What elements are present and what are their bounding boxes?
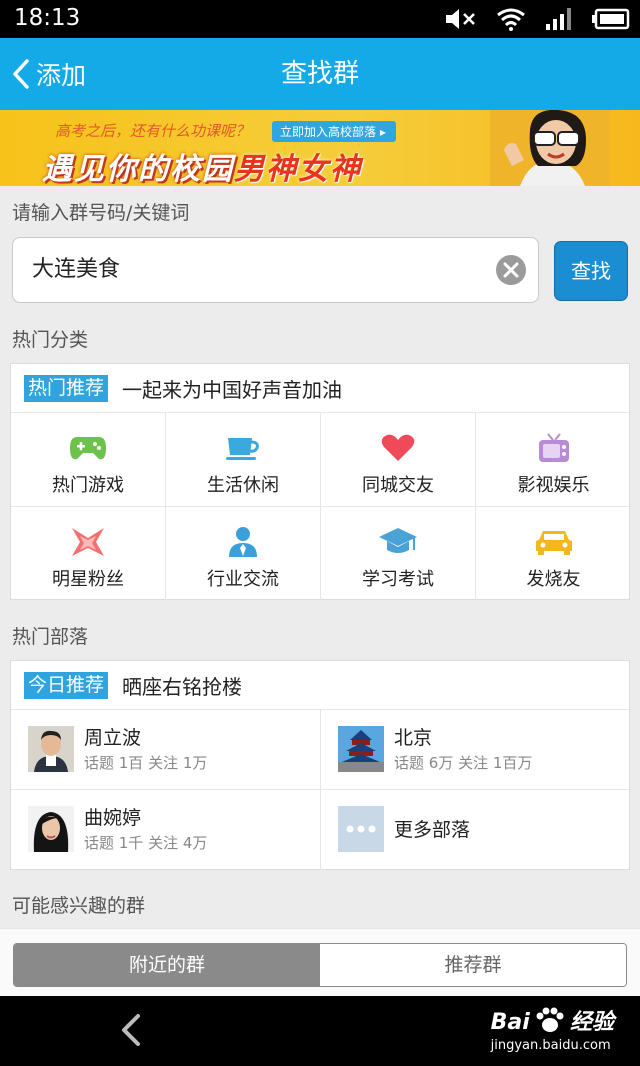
search-label: 请输入群号码/关键词 [12, 202, 190, 224]
person-tie-icon [229, 527, 257, 557]
category-grid: 热门游戏 生活休闲 同城交友 影视娱乐 明星粉丝 行业交流 学习考试 发烧友 [11, 412, 631, 601]
group-tabs-bar: 附近的群 推荐群 [0, 928, 640, 996]
watermark-brand: Bai [490, 1010, 530, 1035]
wifi-icon [497, 8, 525, 31]
watermark: Bai 经验 jingyan.baidu.com [491, 1004, 614, 1053]
category-label: 行业交流 [207, 569, 279, 590]
status-bar: 18:13 [0, 0, 640, 38]
tribe-name: 曲婉婷 [84, 807, 142, 829]
graduation-cap-icon [379, 528, 417, 553]
tribe-grid: 周立波 话题 1百 关注 1万 北京 话题 6万 关注 1百万 曲婉婷 话题 1… [11, 709, 631, 870]
nav-back-icon[interactable] [112, 1010, 152, 1050]
category-industry[interactable]: 行业交流 [166, 507, 321, 601]
tab-nearby-groups[interactable]: 附近的群 [14, 944, 320, 986]
category-hot-games[interactable]: 热门游戏 [11, 413, 166, 507]
banner-headline: 遇见你的校园男神女神 [42, 144, 362, 186]
tribe-item[interactable]: 曲婉婷 话题 1千 关注 4万 [11, 790, 321, 870]
more-tribes-button[interactable]: 更多部落 [321, 790, 631, 870]
star-icon [72, 528, 104, 556]
category-label: 学习考试 [362, 569, 434, 590]
tribe-stats: 话题 1千 关注 4万 [84, 834, 208, 852]
category-enthusiasts[interactable]: 发烧友 [476, 507, 631, 601]
promo-banner[interactable]: 高考之后，还有什么功课呢？ 立即加入高校部落 ▸ 遇见你的校园男神女神 [0, 110, 640, 186]
avatar [28, 726, 74, 772]
category-life-leisure[interactable]: 生活休闲 [166, 413, 321, 507]
hot-tribes-headline: 晒座右铭抢楼 [122, 674, 243, 699]
group-tabs: 附近的群 推荐群 [13, 943, 627, 987]
category-star-fans[interactable]: 明星粉丝 [11, 507, 166, 601]
tribe-name: 北京 [394, 727, 433, 749]
hot-tribes-panel: 今日推荐 晒座右铭抢楼 周立波 话题 1百 关注 1万 北京 话题 6万 关注 … [10, 660, 631, 870]
tab-recommended-groups[interactable]: 推荐群 [320, 944, 626, 986]
back-label: 添加 [36, 61, 87, 90]
status-icons [444, 6, 630, 32]
banner-headline-b: 男神女神 [234, 152, 362, 186]
page-title: 查找群 [280, 59, 359, 89]
banner-headline-a: 遇见你的校园 [42, 152, 234, 186]
avatar [28, 806, 74, 852]
tribe-name: 周立波 [84, 727, 142, 749]
mute-icon [446, 9, 475, 29]
hot-tribes-headline-row[interactable]: 今日推荐 晒座右铭抢楼 [11, 661, 629, 709]
tribe-item[interactable]: 北京 话题 6万 关注 1百万 [321, 710, 631, 790]
watermark-brand2: 经验 [569, 1010, 614, 1035]
tv-icon [538, 433, 569, 462]
coffee-cup-icon [226, 438, 259, 460]
interest-label: 可能感兴趣的群 [12, 895, 146, 917]
tribe-item[interactable]: 周立波 话题 1百 关注 1万 [11, 710, 321, 790]
watermark-url: jingyan.baidu.com [490, 1038, 611, 1053]
heart-icon [381, 434, 415, 461]
banner-line1: 高考之后，还有什么功课呢？ [55, 122, 251, 140]
status-time: 18:13 [14, 5, 81, 31]
category-label: 发烧友 [526, 569, 581, 590]
title-bar: 添加 查找群 [0, 38, 640, 110]
category-film-entertainment[interactable]: 影视娱乐 [476, 413, 631, 507]
more-tribes-label: 更多部落 [394, 819, 471, 841]
paw-icon [536, 1007, 564, 1032]
search-button[interactable]: 查找 [554, 241, 628, 301]
category-label: 明星粉丝 [52, 569, 124, 590]
hot-categories-headline-row[interactable]: 热门推荐 一起来为中国好声音加油 [11, 364, 629, 412]
hot-categories-label: 热门分类 [12, 329, 89, 351]
hot-tribes-label: 热门部落 [12, 626, 89, 648]
system-nav-bar: Bai 经验 jingyan.baidu.com [0, 996, 640, 1066]
category-label: 影视娱乐 [517, 475, 590, 496]
category-label: 热门游戏 [52, 475, 124, 496]
category-study-exam[interactable]: 学习考试 [321, 507, 476, 601]
search-input[interactable]: 大连美食 [12, 237, 539, 303]
more-dots-icon [338, 806, 384, 852]
banner-cta[interactable]: 立即加入高校部落 ▸ [272, 121, 396, 142]
hot-categories-panel: 热门推荐 一起来为中国好声音加油 热门游戏 生活休闲 同城交友 影视娱乐 明星粉… [10, 363, 631, 601]
search-input-value: 大连美食 [32, 257, 121, 282]
gamepad-icon [70, 437, 106, 460]
hot-categories-headline: 一起来为中国好声音加油 [122, 377, 343, 402]
clear-x-icon [503, 262, 519, 278]
today-recommend-tag: 今日推荐 [24, 671, 109, 699]
back-button[interactable]: 添加 [10, 38, 86, 110]
signal-icon [546, 8, 571, 30]
chevron-left-icon [13, 59, 29, 89]
avatar [338, 726, 384, 772]
category-same-city[interactable]: 同城交友 [321, 413, 476, 507]
car-icon [535, 531, 572, 555]
clear-button[interactable] [496, 255, 526, 285]
banner-person-image [490, 110, 610, 186]
battery-icon [592, 8, 630, 30]
category-label: 同城交友 [362, 475, 434, 496]
tribe-stats: 话题 1百 关注 1万 [84, 754, 208, 772]
hot-recommend-tag: 热门推荐 [24, 374, 109, 402]
tribe-stats: 话题 6万 关注 1百万 [394, 754, 533, 772]
category-label: 生活休闲 [207, 475, 279, 496]
